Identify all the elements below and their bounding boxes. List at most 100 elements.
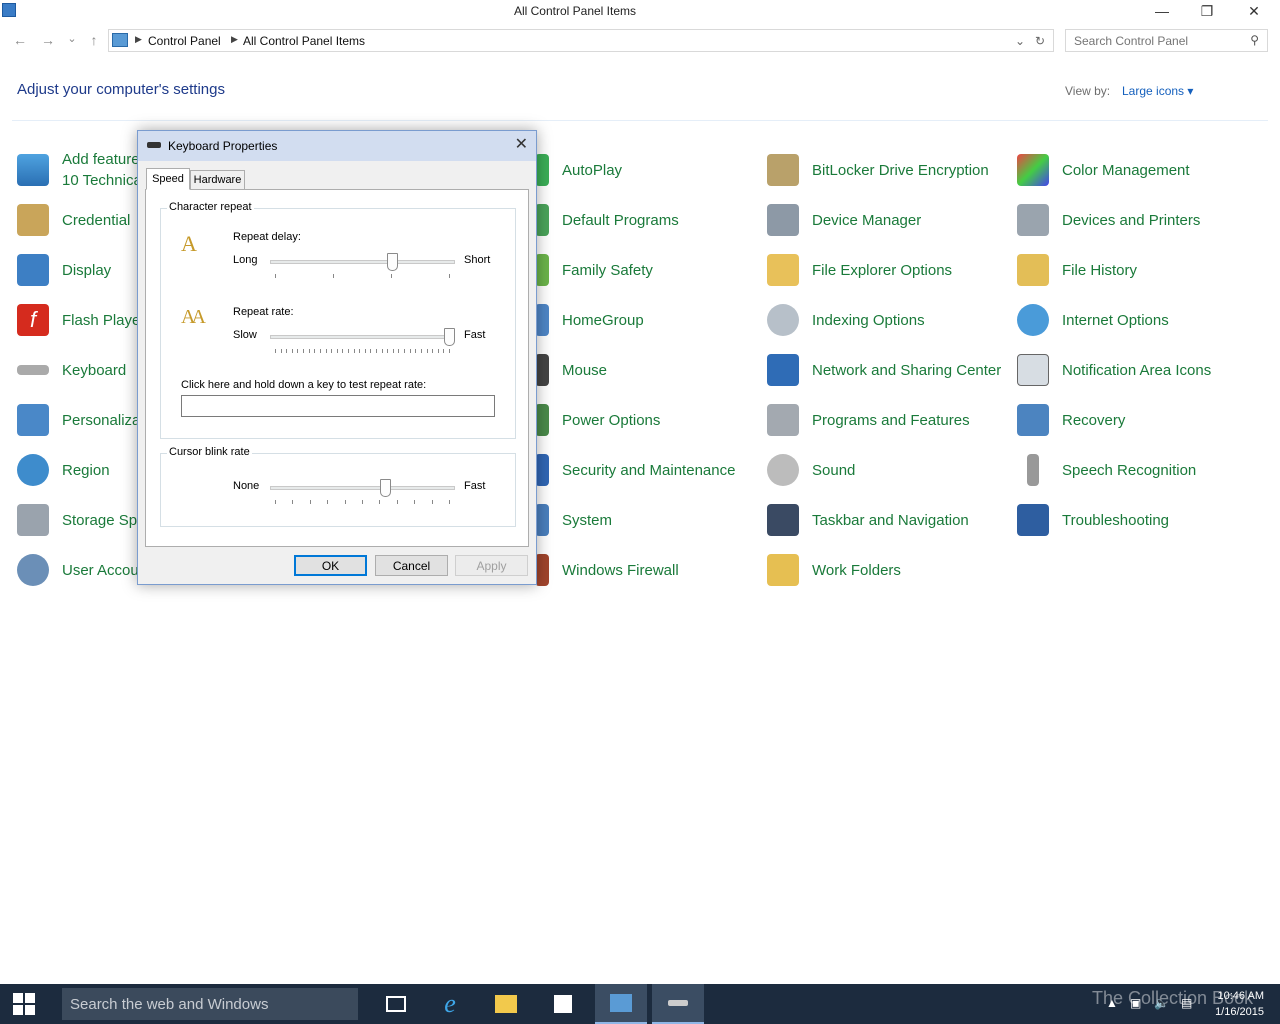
close-button[interactable]: ✕ [1231,0,1277,22]
cursor-blink-max: Fast [464,480,486,492]
address-bar[interactable]: ▶ Control Panel ▶ All Control Panel Item… [108,29,1054,52]
item-windows-firewall[interactable]: Windows Firewall [517,550,762,590]
view-by-dropdown[interactable]: Large icons ▾ [1122,84,1193,98]
forward-button[interactable]: → [39,32,57,48]
slider-tick [297,349,299,353]
item-bitlocker[interactable]: BitLocker Drive Encryption [767,150,1012,190]
security-flag-icon [535,454,549,486]
repeat-rate-min: Slow [233,329,257,341]
slider-tick [308,349,310,353]
cursor-blink-ticks [275,500,450,504]
action-center-icon[interactable]: ▤ [1181,996,1192,1010]
minimize-button[interactable]: — [1139,0,1185,22]
internet-globe-icon [1017,304,1049,336]
slider-tick [370,349,372,353]
repeat-delay-slider[interactable] [386,253,398,271]
taskbar-search-box[interactable]: Search the web and Windows [62,988,358,1020]
slider-tick [275,274,276,278]
item-autoplay[interactable]: AutoPlay [517,150,762,190]
item-system[interactable]: System [517,500,762,540]
item-devices-printers[interactable]: Devices and Printers [1017,200,1262,240]
breadcrumb-separator-icon[interactable]: ▶ [231,34,238,45]
slider-tick [325,349,327,353]
item-notification-area[interactable]: Notification Area Icons [1017,350,1262,390]
breadcrumb-all-items[interactable]: All Control Panel Items [243,34,365,48]
item-device-manager[interactable]: Device Manager [767,200,1012,240]
search-input[interactable] [1066,30,1241,51]
task-view-icon [386,996,406,1012]
cursor-blink-min: None [233,480,260,492]
slider-tick [379,500,381,504]
internet-explorer-button[interactable]: e [424,984,476,1024]
item-indexing-options[interactable]: Indexing Options [767,300,1012,340]
item-homegroup[interactable]: HomeGroup [517,300,762,340]
character-repeat-caption: Character repeat [167,201,254,213]
item-taskbar-navigation[interactable]: Taskbar and Navigation [767,500,1012,540]
network-tray-icon[interactable]: ▣ [1130,996,1141,1010]
slider-tick [437,349,439,353]
keyboard-taskbar-button[interactable] [652,984,704,1024]
store-button[interactable] [537,984,589,1024]
microphone-icon [1027,454,1039,486]
windows-logo-icon [13,993,35,1015]
item-programs-features[interactable]: Programs and Features [767,400,1012,440]
show-hidden-icons-icon[interactable]: ▲ [1106,996,1118,1010]
default-programs-icon [535,204,549,236]
slider-tick [420,349,422,353]
address-dropdown-icon[interactable]: ⌄ [1015,34,1025,48]
control-panel-taskbar-button[interactable] [595,984,647,1024]
flash-icon: f [17,304,49,336]
cursor-blink-caption: Cursor blink rate [167,446,252,458]
item-color-management[interactable]: Color Management [1017,150,1262,190]
maximize-button[interactable]: ❐ [1184,0,1230,22]
work-folders-icon [767,554,799,586]
volume-tray-icon[interactable]: 🔈 [1154,996,1169,1010]
refresh-icon[interactable]: ↻ [1035,34,1045,48]
cursor-blink-slider[interactable] [379,479,391,497]
system-icon [535,504,549,536]
autoplay-icon [535,154,549,186]
test-repeat-input[interactable] [181,395,495,417]
keyboard-icon [147,142,161,148]
recent-locations-button[interactable]: ⌄ [63,32,81,45]
item-file-explorer-options[interactable]: File Explorer Options [767,250,1012,290]
breadcrumb-control-panel[interactable]: Control Panel [148,34,221,48]
item-family-safety[interactable]: Family Safety [517,250,762,290]
up-button[interactable]: ↑ [85,32,103,48]
slider-tick [275,500,276,504]
item-mouse[interactable]: Mouse [517,350,762,390]
slider-tick [387,349,389,353]
test-repeat-field[interactable] [182,396,494,416]
item-troubleshooting[interactable]: Troubleshooting [1017,500,1262,540]
search-box[interactable]: ⚲ [1065,29,1268,52]
store-icon [554,995,572,1013]
item-default-programs[interactable]: Default Programs [517,200,762,240]
apply-button[interactable]: Apply [455,555,528,576]
back-button[interactable]: ← [11,32,29,48]
item-security-maintenance[interactable]: Security and Maintenance [517,450,762,490]
homegroup-icon [535,304,549,336]
dialog-close-button[interactable]: ✕ [515,134,528,154]
tab-hardware[interactable]: Hardware [190,170,245,190]
item-sound[interactable]: Sound [767,450,1012,490]
taskbar-clock[interactable]: 10:46 AM 1/16/2015 [1215,988,1264,1020]
repeat-rate-slider[interactable] [444,328,455,346]
item-speech-recognition[interactable]: Speech Recognition [1017,450,1262,490]
item-network-sharing[interactable]: Network and Sharing Center [767,350,1012,390]
item-internet-options[interactable]: Internet Options [1017,300,1262,340]
item-power-options[interactable]: Power Options [517,400,762,440]
item-file-history[interactable]: File History [1017,250,1262,290]
tab-speed[interactable]: Speed [146,168,190,190]
file-explorer-button[interactable] [480,984,532,1024]
cancel-button[interactable]: Cancel [375,555,448,576]
start-button[interactable] [0,984,48,1024]
control-panel-icon [610,994,632,1012]
window-title: All Control Panel Items [513,4,637,18]
keyboard-icon [17,365,49,375]
task-view-button[interactable] [370,984,422,1024]
item-recovery[interactable]: Recovery [1017,400,1262,440]
breadcrumb-separator-icon[interactable]: ▶ [135,34,142,45]
item-work-folders[interactable]: Work Folders [767,550,1012,590]
search-icon[interactable]: ⚲ [1250,33,1259,47]
ok-button[interactable]: OK [294,555,367,576]
